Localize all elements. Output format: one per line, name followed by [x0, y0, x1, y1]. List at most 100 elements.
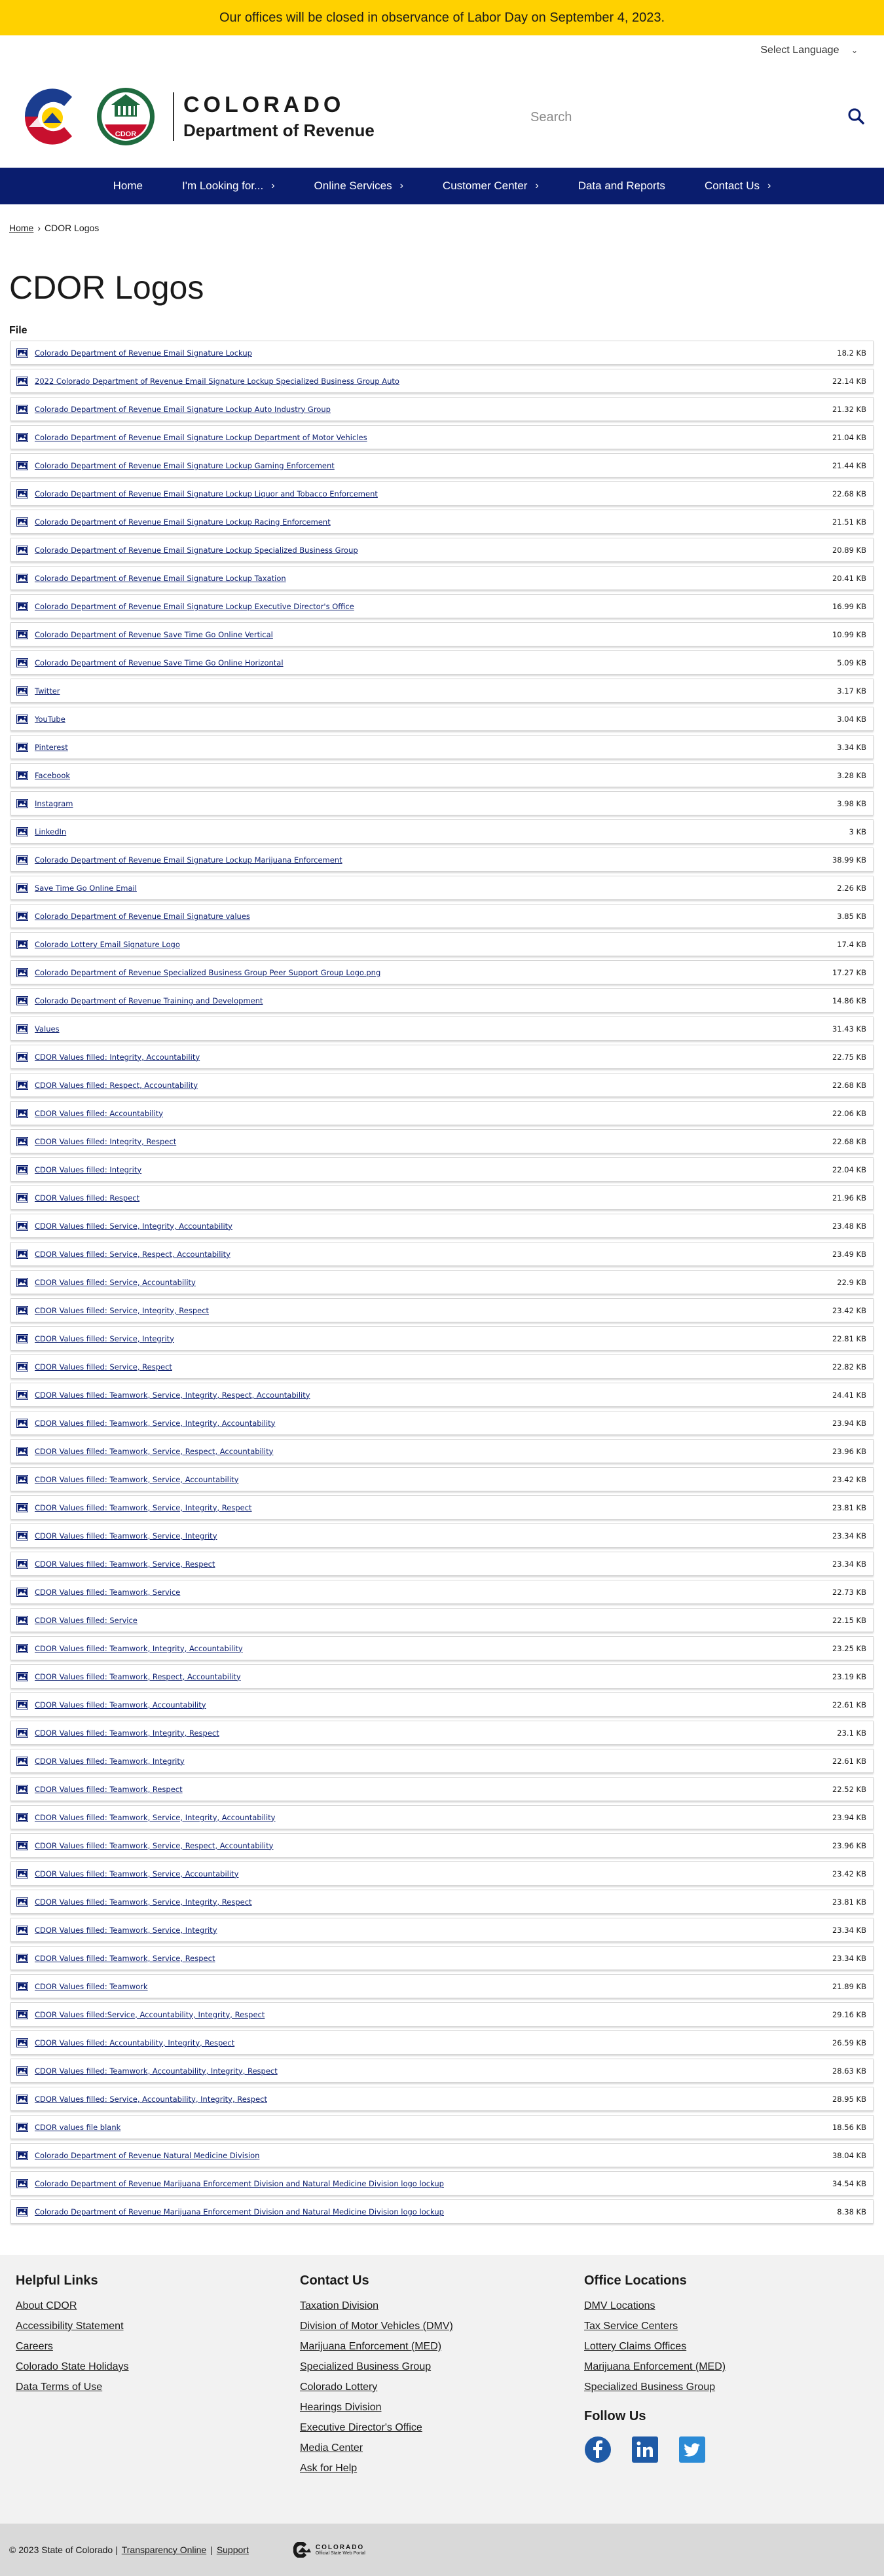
nav-home[interactable]: Home — [94, 179, 162, 193]
file-link[interactable]: Colorado Department of Revenue Email Sig… — [35, 855, 342, 865]
transparency-link[interactable]: Transparency Online — [122, 2545, 206, 2555]
file-link[interactable]: Save Time Go Online Email — [35, 884, 137, 893]
twitter-icon[interactable] — [678, 2436, 706, 2463]
file-link[interactable]: CDOR Values filled: Service — [35, 1616, 138, 1625]
nav-contact-us[interactable]: Contact Us › — [685, 179, 790, 193]
facebook-icon[interactable] — [584, 2436, 612, 2463]
file-link[interactable]: CDOR Values filled: Service, Accountabil… — [35, 2095, 267, 2104]
file-link[interactable]: Colorado Department of Revenue Email Sig… — [35, 574, 286, 583]
file-link[interactable]: Values — [35, 1024, 60, 1034]
file-link[interactable]: Twitter — [35, 686, 60, 696]
footer-link[interactable]: Data Terms of Use — [16, 2381, 300, 2393]
file-link[interactable]: Colorado Department of Revenue Email Sig… — [35, 433, 367, 442]
file-link[interactable]: Colorado Department of Revenue Specializ… — [35, 968, 380, 977]
language-selector[interactable]: Select Language ⌄ — [760, 45, 858, 56]
file-link[interactable]: CDOR Values filled: Teamwork, Accountabi… — [35, 1700, 206, 1709]
file-link[interactable]: Colorado Department of Revenue Email Sig… — [35, 489, 378, 498]
file-link[interactable]: CDOR Values filled:Service, Accountabili… — [35, 2010, 265, 2019]
file-link[interactable]: Colorado Department of Revenue Save Time… — [35, 630, 273, 639]
file-link[interactable]: CDOR Values filled: Integrity, Respect — [35, 1137, 176, 1146]
search-icon[interactable] — [847, 107, 864, 127]
colorado-portal-logo[interactable]: COLORADO Official State Web Portal — [292, 2542, 365, 2558]
breadcrumb-home[interactable]: Home — [9, 223, 33, 233]
file-link[interactable]: Colorado Department of Revenue Natural M… — [35, 2151, 259, 2160]
nav-looking-for[interactable]: I'm Looking for... › — [162, 179, 295, 193]
file-link[interactable]: CDOR values file blank — [35, 2123, 120, 2132]
file-link[interactable]: CDOR Values filled: Teamwork, Service, I… — [35, 1531, 217, 1540]
file-link[interactable]: CDOR Values filled: Teamwork, Accountabi… — [35, 2066, 278, 2076]
linkedin-icon[interactable] — [631, 2436, 659, 2463]
file-link[interactable]: Colorado Department of Revenue Marijuana… — [35, 2207, 444, 2216]
file-link[interactable]: CDOR Values filled: Service, Integrity — [35, 1334, 174, 1343]
file-link[interactable]: CDOR Values filled: Teamwork, Service, I… — [35, 1391, 310, 1400]
footer-link[interactable]: Colorado State Holidays — [16, 2361, 300, 2373]
footer-link[interactable]: Specialized Business Group — [584, 2381, 868, 2393]
footer-link[interactable]: Media Center — [300, 2442, 584, 2454]
file-link[interactable]: CDOR Values filled: Respect — [35, 1193, 139, 1203]
footer-link[interactable]: Colorado Lottery — [300, 2381, 584, 2393]
file-link[interactable]: CDOR Values filled: Teamwork, Service, A… — [35, 1475, 238, 1484]
file-link[interactable]: CDOR Values filled: Respect, Accountabil… — [35, 1081, 198, 1090]
file-link[interactable]: 2022 Colorado Department of Revenue Emai… — [35, 377, 399, 386]
file-link[interactable]: CDOR Values filled: Teamwork, Service, I… — [35, 1813, 276, 1822]
footer-link[interactable]: Accessibility Statement — [16, 2321, 300, 2332]
footer-link[interactable]: DMV Locations — [584, 2300, 868, 2312]
support-link[interactable]: Support — [217, 2545, 249, 2555]
file-link[interactable]: CDOR Values filled: Teamwork, Respect, A… — [35, 1672, 241, 1681]
footer-link[interactable]: Tax Service Centers — [584, 2321, 868, 2332]
file-link[interactable]: Colorado Department of Revenue Email Sig… — [35, 546, 358, 555]
file-link[interactable]: Colorado Lottery Email Signature Logo — [35, 940, 180, 949]
footer-link[interactable]: Taxation Division — [300, 2300, 584, 2312]
file-link[interactable]: CDOR Values filled: Teamwork, Service, R… — [35, 1841, 273, 1850]
file-link[interactable]: CDOR Values filled: Teamwork, Service, A… — [35, 1869, 238, 1878]
footer-link[interactable]: Ask for Help — [300, 2463, 584, 2474]
file-link[interactable]: CDOR Values filled: Teamwork, Service, R… — [35, 1447, 273, 1456]
nav-data-reports[interactable]: Data and Reports — [559, 179, 685, 193]
file-link[interactable]: CDOR Values filled: Teamwork, Service, I… — [35, 1897, 252, 1907]
file-link[interactable]: Colorado Department of Revenue Email Sig… — [35, 912, 250, 921]
file-link[interactable]: CDOR Values filled: Teamwork, Service — [35, 1588, 180, 1597]
file-link[interactable]: CDOR Values filled: Teamwork, Service, I… — [35, 1419, 276, 1428]
file-link[interactable]: CDOR Values filled: Service, Integrity, … — [35, 1306, 209, 1315]
file-link[interactable]: CDOR Values filled: Teamwork — [35, 1982, 148, 1991]
search-input[interactable] — [524, 109, 794, 126]
file-link[interactable]: Colorado Department of Revenue Save Time… — [35, 658, 284, 667]
footer-link[interactable]: Careers — [16, 2341, 300, 2353]
footer-link[interactable]: About CDOR — [16, 2300, 300, 2312]
file-link[interactable]: CDOR Values filled: Accountability, Inte… — [35, 2038, 234, 2047]
file-link[interactable]: CDOR Values filled: Service, Respect — [35, 1362, 172, 1372]
file-link[interactable]: Colorado Department of Revenue Marijuana… — [35, 2179, 444, 2188]
file-link[interactable]: CDOR Values filled: Teamwork, Service, R… — [35, 1559, 215, 1569]
file-link[interactable]: Pinterest — [35, 743, 68, 752]
file-link[interactable]: CDOR Values filled: Teamwork, Integrity,… — [35, 1644, 243, 1653]
file-link[interactable]: CDOR Values filled: Teamwork, Respect — [35, 1785, 183, 1794]
file-link[interactable]: Colorado Department of Revenue Email Sig… — [35, 405, 331, 414]
file-link[interactable]: Colorado Department of Revenue Email Sig… — [35, 602, 354, 611]
file-link[interactable]: CDOR Values filled: Integrity, Accountab… — [35, 1053, 200, 1062]
file-link[interactable]: CDOR Values filled: Teamwork, Integrity,… — [35, 1728, 219, 1738]
file-link[interactable]: CDOR Values filled: Teamwork, Integrity — [35, 1757, 185, 1766]
footer-link[interactable]: Marijuana Enforcement (MED) — [584, 2361, 868, 2373]
footer-link[interactable]: Lottery Claims Offices — [584, 2341, 868, 2353]
file-link[interactable]: LinkedIn — [35, 827, 66, 836]
nav-online-services[interactable]: Online Services › — [295, 179, 423, 193]
file-link[interactable]: Facebook — [35, 771, 70, 780]
file-link[interactable]: Colorado Department of Revenue Email Sig… — [35, 517, 331, 527]
footer-link[interactable]: Division of Motor Vehicles (DMV) — [300, 2321, 584, 2332]
nav-customer-center[interactable]: Customer Center › — [423, 179, 559, 193]
file-link[interactable]: YouTube — [35, 715, 65, 724]
file-link[interactable]: Colorado Department of Revenue Email Sig… — [35, 461, 335, 470]
file-link[interactable]: CDOR Values filled: Teamwork, Service, I… — [35, 1926, 217, 1935]
file-link[interactable]: CDOR Values filled: Service, Integrity, … — [35, 1222, 232, 1231]
cdor-logo[interactable]: CDOR COLORADO Department of Revenue — [20, 84, 375, 149]
file-link[interactable]: CDOR Values filled: Service, Accountabil… — [35, 1278, 196, 1287]
file-link[interactable]: Colorado Department of Revenue Email Sig… — [35, 348, 252, 358]
footer-link[interactable]: Specialized Business Group — [300, 2361, 584, 2373]
file-link[interactable]: CDOR Values filled: Service, Respect, Ac… — [35, 1250, 230, 1259]
footer-link[interactable]: Hearings Division — [300, 2402, 584, 2414]
file-link[interactable]: Colorado Department of Revenue Training … — [35, 996, 263, 1005]
file-link[interactable]: CDOR Values filled: Integrity — [35, 1165, 141, 1174]
file-link[interactable]: CDOR Values filled: Accountability — [35, 1109, 163, 1118]
footer-link[interactable]: Executive Director's Office — [300, 2422, 584, 2434]
file-link[interactable]: CDOR Values filled: Teamwork, Service, I… — [35, 1503, 252, 1512]
